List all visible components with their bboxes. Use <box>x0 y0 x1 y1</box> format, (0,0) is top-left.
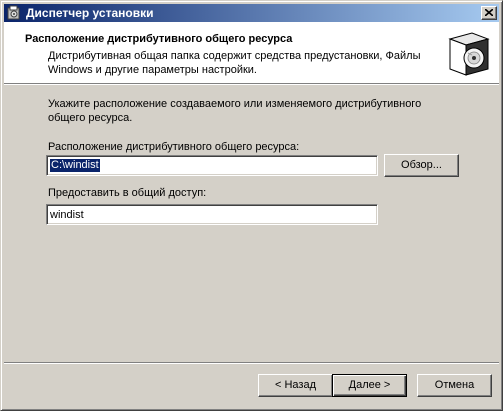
close-icon <box>485 9 493 16</box>
share-label: Предоставить в общий доступ: <box>48 187 207 199</box>
setup-manager-window: Диспетчер установки Расположение дистриб… <box>0 0 503 411</box>
share-name-field[interactable] <box>46 204 378 225</box>
path-field[interactable]: C:\windist <box>46 155 378 176</box>
title-bar[interactable]: Диспетчер установки <box>4 4 499 22</box>
setup-manager-icon <box>6 5 22 21</box>
footer-divider-highlight <box>4 363 499 364</box>
instruction-text: Укажите расположение создаваемого или из… <box>48 98 422 124</box>
cancel-button[interactable]: Отмена <box>417 374 492 397</box>
window-title: Диспетчер установки <box>26 6 154 20</box>
share-name-input[interactable] <box>49 207 376 222</box>
next-button[interactable]: Далее > <box>332 374 407 397</box>
path-label: Расположение дистрибутивного общего ресу… <box>48 141 300 153</box>
cd-box-icon <box>444 27 494 77</box>
wizard-header: Расположение дистрибутивного общего ресу… <box>4 22 499 83</box>
back-button[interactable]: < Назад <box>258 374 333 397</box>
browse-button[interactable]: Обзор... <box>384 154 459 177</box>
header-divider-highlight <box>4 84 499 85</box>
page-description: Дистрибутивная общая папка содержит сред… <box>48 50 421 76</box>
page-title: Расположение дистрибутивного общего ресу… <box>25 33 293 45</box>
path-input-selected-text[interactable]: C:\windist <box>50 159 100 172</box>
close-button[interactable] <box>481 6 497 20</box>
